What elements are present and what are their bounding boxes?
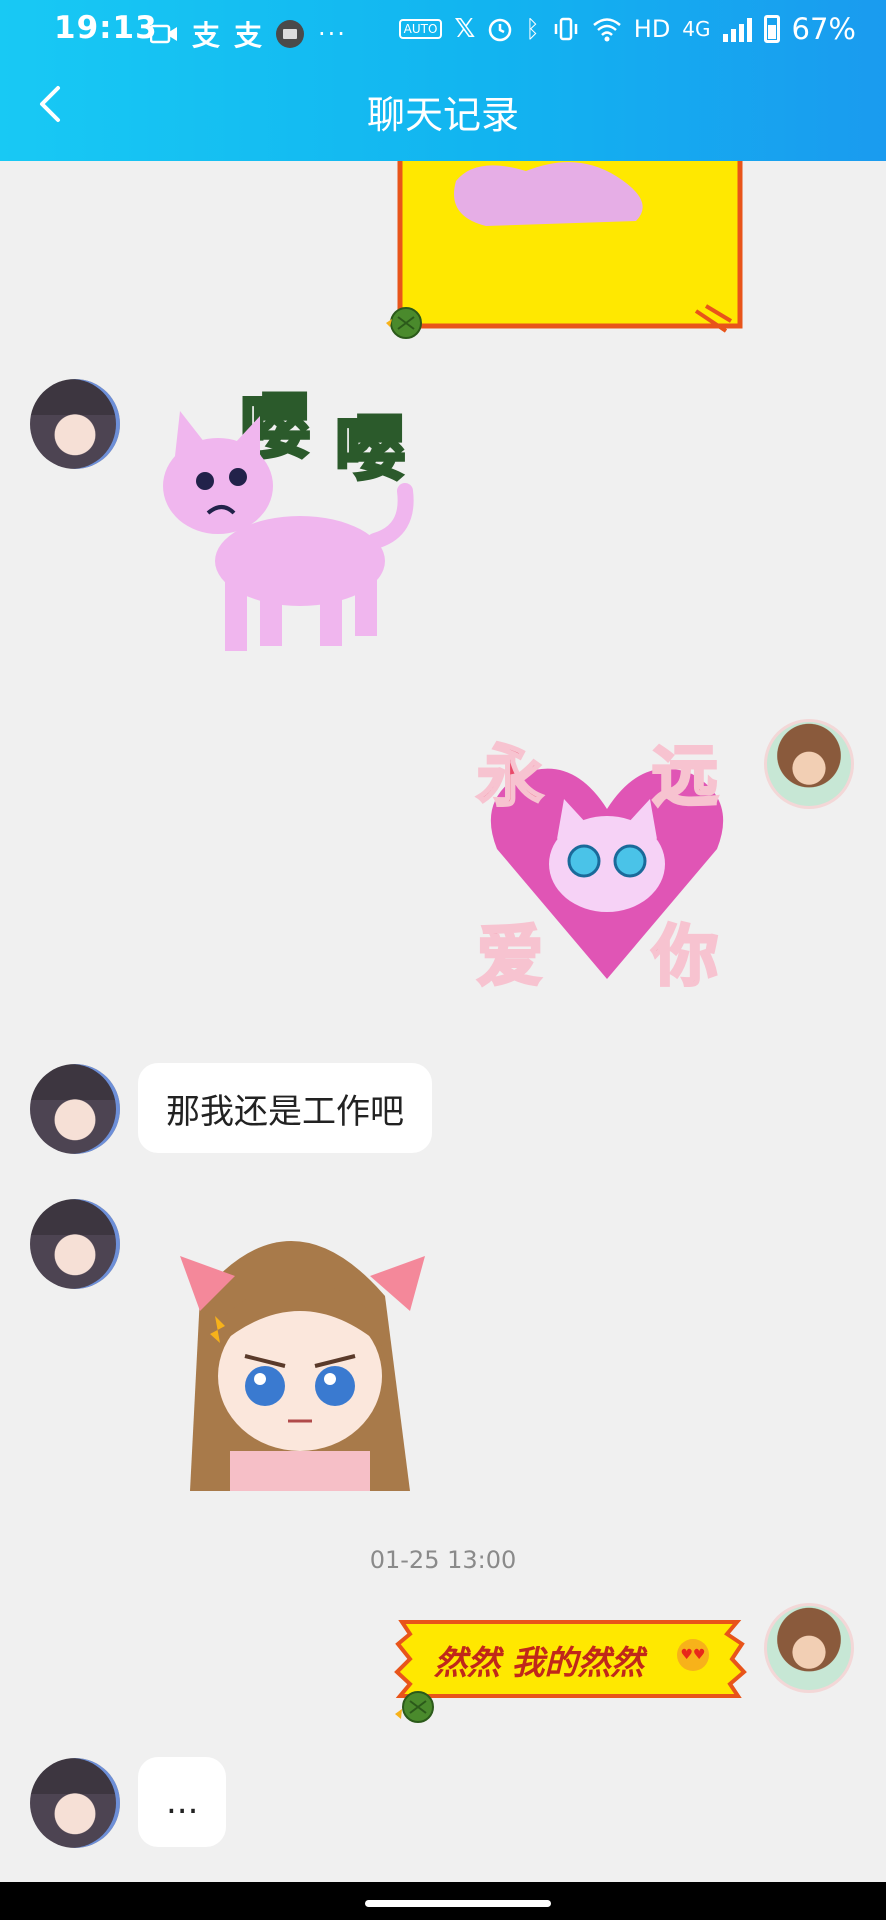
yellow-frame-sticker[interactable] (396, 161, 746, 341)
contact-avatar[interactable] (30, 379, 120, 469)
pink-cat-sticker[interactable]: 嘤 嘤 (150, 381, 440, 661)
network-type-label: 4G (682, 17, 711, 41)
my-avatar[interactable] (764, 1603, 854, 1693)
page-title: 聊天记录 (366, 93, 519, 137)
auto-hz-icon: AUTO (398, 19, 443, 39)
message-timestamp: 01-25 13:00 (369, 1546, 517, 1574)
forever-love-you-sticker[interactable]: 永 远 爱 你 (472, 729, 742, 999)
alarm-icon (489, 18, 512, 42)
wifi-icon (592, 18, 621, 42)
vibrate-icon (554, 17, 578, 41)
message-text: ... (166, 1782, 199, 1822)
sticker-text-ai: 爱 (477, 918, 543, 995)
battery-percent: 67% (791, 12, 856, 46)
alipay-icon-2: 支 (234, 19, 263, 52)
chat-history-list[interactable]: 嘤 嘤 永 远 爱 你 那我还是工作吧 01-25 13:00 然然 我的然然 … (0, 161, 886, 1881)
sticker-text-ying-2: 嘤 (335, 408, 405, 490)
message-text: 那我还是工作吧 (166, 1091, 404, 1132)
system-icons: AUTO 𝕏 ᛒ HD 4G 67% (398, 12, 856, 46)
message-bubble[interactable]: 那我还是工作吧 (138, 1063, 432, 1153)
contact-avatar[interactable] (30, 1199, 120, 1289)
sticker-text-yuan: 远 (652, 738, 718, 815)
battery-icon (763, 15, 780, 43)
sticker-text-yong: 永 (477, 738, 543, 815)
home-indicator[interactable] (365, 1900, 551, 1907)
contact-avatar[interactable] (30, 1064, 120, 1154)
message-bubble[interactable]: ... (138, 1757, 227, 1847)
contact-avatar[interactable] (30, 1758, 120, 1848)
x-icon: 𝕏 (454, 14, 476, 44)
notification-icons: 支 支 ··· (150, 14, 347, 54)
grenade-icon (386, 307, 422, 339)
video-record-icon (150, 24, 177, 44)
status-time: 19:13 (54, 10, 158, 46)
hd-label: HD (633, 15, 671, 43)
status-bar: 19:13 支 支 ··· AUTO 𝕏 ᛒ HD 4G 67% (0, 0, 886, 56)
mail-icon (276, 20, 305, 48)
bluetooth-icon: ᛒ (525, 15, 540, 43)
banner-sticker[interactable]: 然然 我的然然 ♥♥ (392, 1614, 752, 1704)
sticker-text-ni: 你 (651, 918, 718, 995)
alipay-icon: 支 (192, 19, 221, 52)
heart-eyes-emoji-icon: ♥♥ (677, 1639, 709, 1671)
signal-icon (722, 16, 752, 42)
angry-girl-sticker[interactable] (170, 1206, 440, 1496)
more-notifications-icon: ··· (318, 20, 347, 48)
my-avatar[interactable] (764, 719, 854, 809)
grenade-icon (395, 1691, 434, 1723)
banner-text: 然然 我的然然 (434, 1643, 644, 1682)
header-bar: 19:13 支 支 ··· AUTO 𝕏 ᛒ HD 4G 67% 聊天记录 (0, 0, 886, 161)
